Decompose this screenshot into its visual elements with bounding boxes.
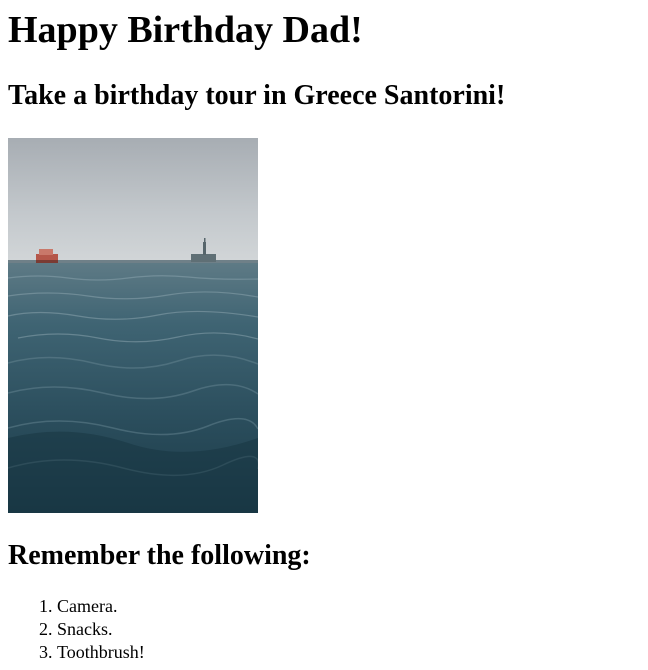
list-heading: Remember the following: (8, 540, 311, 571)
page-subtitle: Take a birthday tour in Greece Santorini… (8, 80, 506, 111)
checklist: Camera. Snacks. Toothbrush! (8, 595, 648, 664)
page-title: Happy Birthday Dad! (8, 9, 363, 51)
list-item: Snacks. (57, 618, 648, 641)
list-item: Toothbrush! (57, 641, 648, 664)
page: Happy Birthday Dad! Take a birthday tour… (0, 0, 648, 670)
sea-photo (8, 138, 258, 513)
list-item: Camera. (57, 595, 648, 618)
